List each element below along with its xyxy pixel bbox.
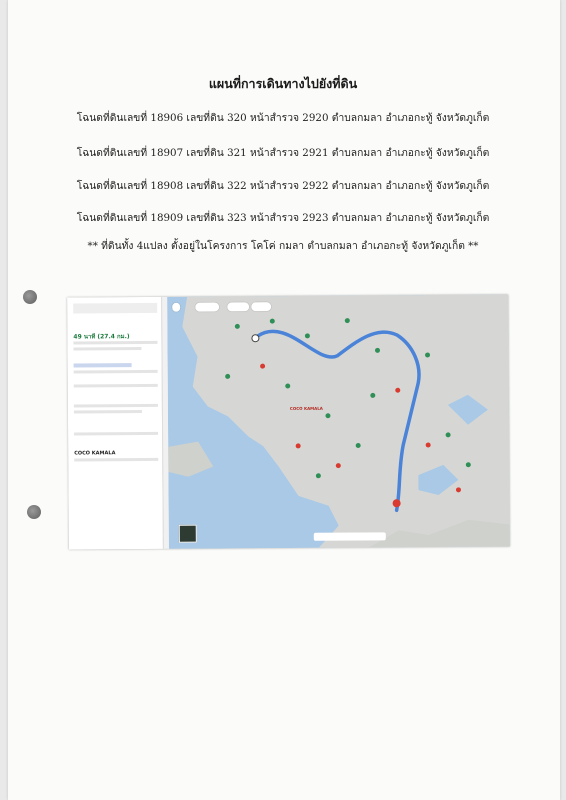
directions-panel: 49 นาที (27.4 กม.) COCO KAMALA [67,296,163,550]
map-filter-chip-3[interactable] [227,302,250,312]
punch-hole-bottom [27,505,41,519]
map-footer-bar [313,532,386,541]
destination-map-label: COCO KAMALA [289,405,323,411]
map-screenshot: 49 นาที (27.4 กม.) COCO KAMALA COCO KAMA… [67,294,510,550]
step-1 [73,383,158,388]
layers-thumbnail[interactable] [178,524,197,543]
map-filter-chip-2[interactable] [195,302,220,312]
step-2b [73,410,142,414]
step-2 [73,403,158,408]
map-canvas[interactable] [167,294,510,549]
deed-line-1: โฉนดที่ดินเลขที่ 18906 เลขที่ดิน 320 หน้… [76,112,490,124]
document-title: แผนที่การเดินทางไปยังที่ดิน [208,76,358,91]
punch-hole-top [23,290,37,304]
project-note: ** ที่ดินทั้ง 4แปลง ตั้งอยู่ในโครงการ โค… [87,240,479,252]
route-duration: 49 นาที (27.4 กม.) [73,333,130,341]
map-filter-chip-4[interactable] [251,302,272,312]
route-inputs [73,302,158,314]
panel-destination-address [74,457,159,462]
deed-line-2: โฉนดที่ดินเลขที่ 18907 เลขที่ดิน 321 หน้… [76,147,490,159]
route-summary [73,340,158,345]
route-summary-2 [73,347,142,351]
map-filter-chip-1[interactable] [172,302,181,312]
step-3 [74,431,159,436]
deed-line-4: โฉนดที่ดินเลขที่ 18909 เลขที่ดิน 323 หน้… [76,212,490,224]
route-steps-sub [73,369,158,374]
deed-line-3: โฉนดที่ดินเลขที่ 18908 เลขที่ดิน 322 หน้… [76,180,490,192]
route-start-marker[interactable] [251,334,260,343]
panel-destination: COCO KAMALA [74,450,116,457]
route-steps-heading [73,363,132,368]
